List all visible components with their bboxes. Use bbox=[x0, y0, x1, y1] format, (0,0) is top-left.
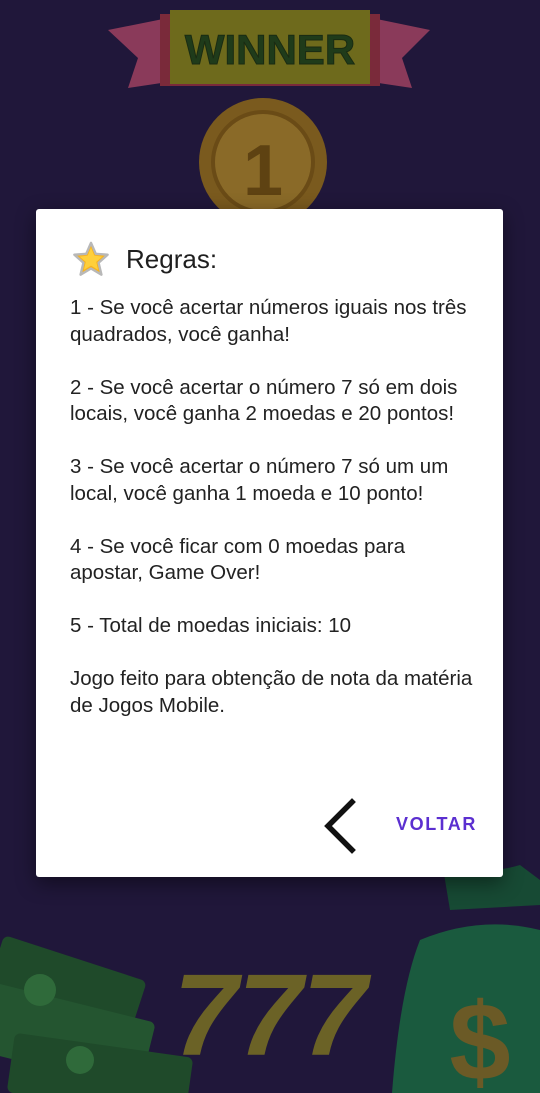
medal-number: 1 bbox=[243, 131, 283, 211]
rule-item: 4 - Se você ficar com 0 moedas para apos… bbox=[70, 534, 405, 585]
dollar-sign: $ bbox=[449, 981, 510, 1093]
dialog-title: Regras: bbox=[126, 243, 218, 274]
medal-graphic: 1 bbox=[199, 98, 327, 226]
star-icon bbox=[73, 241, 109, 276]
rule-item: 5 - Total de moedas iniciais: 10 bbox=[70, 614, 352, 637]
rules-dialog: Regras: 1 - Se você acertar números igua… bbox=[36, 209, 503, 877]
money-stack-graphic bbox=[0, 936, 193, 1093]
chevron-left-icon[interactable] bbox=[322, 798, 358, 854]
winner-banner: WINNER bbox=[108, 10, 430, 88]
slot-777-text: 777 bbox=[173, 950, 372, 1080]
rule-item: 1 - Se você acertar números iguais nos t… bbox=[70, 296, 467, 346]
rules-list: 1 - Se você acertar números iguais nos t… bbox=[70, 295, 480, 719]
voltar-button[interactable]: VOLTAR bbox=[396, 814, 477, 835]
rule-item: Jogo feito para obtenção de nota da maté… bbox=[70, 667, 473, 717]
winner-banner-text: WINNER bbox=[185, 26, 355, 73]
rule-item: 3 - Se você acertar o número 7 só um um … bbox=[70, 455, 449, 505]
rule-item: 2 - Se você acertar o número 7 só em doi… bbox=[70, 375, 458, 426]
dialog-header: Regras: bbox=[72, 239, 217, 279]
money-bag-graphic: $ bbox=[392, 850, 540, 1093]
